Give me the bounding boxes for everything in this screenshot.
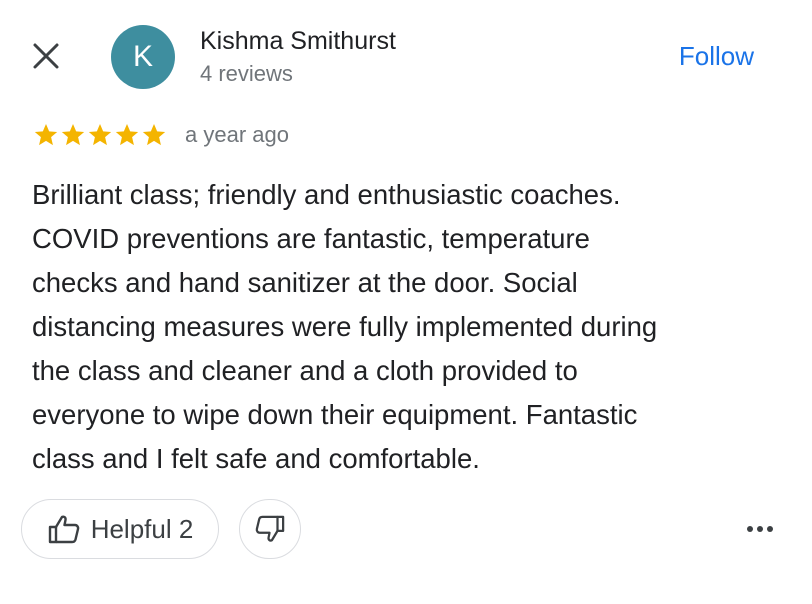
more-horizontal-icon bbox=[757, 526, 763, 532]
close-button[interactable] bbox=[28, 38, 64, 74]
star-rating bbox=[33, 122, 167, 148]
follow-button[interactable]: Follow bbox=[679, 41, 754, 72]
review-date: a year ago bbox=[185, 122, 289, 147]
review-text-line: COVID preventions are fantastic, tempera… bbox=[32, 223, 590, 254]
more-horizontal-icon bbox=[747, 526, 753, 532]
reviewer-name[interactable]: Kishma Smithurst bbox=[200, 27, 396, 56]
helpful-label: Helpful 2 bbox=[90, 513, 194, 544]
avatar[interactable]: K bbox=[111, 25, 175, 89]
close-icon bbox=[33, 43, 59, 69]
more-options-button[interactable] bbox=[740, 514, 780, 544]
star-icon bbox=[115, 123, 139, 146]
review-text-line: Brilliant class; friendly and enthusiast… bbox=[32, 179, 621, 210]
thumbs-up-icon bbox=[48, 515, 79, 544]
star-icon bbox=[61, 123, 85, 146]
review-text-line: checks and hand sanitizer at the door. S… bbox=[32, 267, 578, 298]
helpful-button[interactable]: Helpful 2 bbox=[21, 499, 219, 559]
star-icon bbox=[142, 123, 166, 146]
star-icon bbox=[34, 123, 58, 146]
thumbs-down-icon bbox=[255, 515, 285, 542]
review-text-line: distancing measures were fully implement… bbox=[32, 311, 658, 342]
review-text: Brilliant class; friendly and enthusiast… bbox=[32, 173, 792, 481]
review-count: 4 reviews bbox=[200, 61, 293, 86]
review-text-line: everyone to wipe down their equipment. F… bbox=[32, 399, 638, 430]
star-icon bbox=[88, 123, 112, 146]
review-text-line: the class and cleaner and a cloth provid… bbox=[32, 355, 578, 386]
rating-row: a year ago bbox=[33, 122, 289, 148]
review-text-line: class and I felt safe and comfortable. bbox=[32, 443, 480, 474]
thumbs-down-button[interactable] bbox=[239, 499, 301, 559]
more-horizontal-icon bbox=[767, 526, 773, 532]
